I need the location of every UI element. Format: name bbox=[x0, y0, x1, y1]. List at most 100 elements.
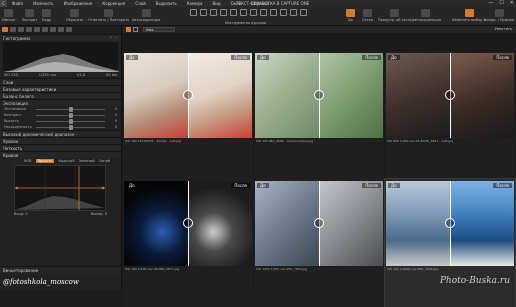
menu-edit[interactable]: Изменить bbox=[28, 1, 59, 6]
histogram-graph bbox=[3, 54, 119, 72]
curve-tab-luma[interactable]: Яркость bbox=[35, 159, 55, 163]
crop-tool-icon[interactable] bbox=[210, 9, 217, 16]
histogram bbox=[3, 42, 119, 72]
color-button[interactable]: Цветокоррекция bbox=[410, 9, 441, 22]
section-vignetting[interactable]: Виньетирование bbox=[0, 266, 121, 273]
photo-thumbnail[interactable]: До После bbox=[255, 53, 383, 138]
section-base-characteristics[interactable]: Базовые характеристики bbox=[0, 85, 121, 92]
sort-select[interactable]: Имя bbox=[143, 27, 175, 32]
photo-thumbnail[interactable]: До После bbox=[124, 53, 252, 138]
copy-apply-button[interactable]: Копир. / Примен. bbox=[484, 9, 515, 22]
hand-tool-icon[interactable] bbox=[190, 9, 197, 16]
tools-panel: Гистограмма? ··· ISO 250 1/250 сек f/1,8 … bbox=[0, 26, 122, 290]
annotate-tool-icon[interactable] bbox=[300, 9, 307, 16]
before-after-icon bbox=[346, 9, 355, 17]
curve-tab-rgb[interactable]: RGB bbox=[24, 159, 32, 163]
warning-icon bbox=[390, 9, 399, 17]
gradient-tool-icon[interactable] bbox=[270, 9, 277, 16]
section-levels[interactable]: Уровни bbox=[0, 137, 121, 144]
section-white-balance[interactable]: Баланс белого bbox=[0, 92, 121, 99]
image-metadata: ISO 800 1/250 сек f/1,8 IMG_5817 – edit.… bbox=[387, 139, 454, 143]
curve-editor[interactable] bbox=[14, 165, 106, 211]
section-layers[interactable]: Слои bbox=[0, 78, 121, 85]
split-handle[interactable] bbox=[314, 90, 324, 100]
image-browser: Имя Уместить До После ISO 100 25C00758 –… bbox=[123, 26, 516, 307]
keystone-tool-icon[interactable] bbox=[230, 9, 237, 16]
spot-tool-icon[interactable] bbox=[240, 9, 247, 16]
cursor-tools bbox=[190, 9, 307, 16]
split-handle[interactable] bbox=[183, 90, 193, 100]
curve-tab-red[interactable]: Красный bbox=[58, 159, 74, 163]
tab-adjustments[interactable] bbox=[50, 27, 56, 32]
split-handle[interactable] bbox=[314, 218, 324, 228]
maximize-button[interactable]: ☐ bbox=[499, 0, 503, 6]
photo-thumbnail[interactable]: До После bbox=[386, 53, 514, 138]
menu-image[interactable]: Изображение bbox=[59, 1, 98, 6]
close-button[interactable]: ✕ bbox=[510, 0, 514, 6]
magic-wand-icon bbox=[141, 9, 151, 17]
reset-button[interactable]: Сбросить bbox=[66, 9, 83, 22]
image-tile[interactable]: До После ISO 1250 1/250 сек IMG_7095.jpg bbox=[254, 179, 384, 307]
window-controls: — ☐ ✕ bbox=[488, 0, 514, 6]
photo-thumbnail[interactable]: До После bbox=[255, 181, 383, 266]
copy-icon bbox=[495, 9, 505, 17]
more-icon[interactable]: ··· bbox=[115, 36, 118, 40]
stack-icon bbox=[464, 9, 474, 17]
image-tile[interactable]: До После ISO 800 1/250 сек f/1,8 IMG_581… bbox=[385, 51, 515, 179]
tab-color[interactable] bbox=[26, 27, 32, 32]
before-badge: До bbox=[257, 183, 269, 188]
photo-thumbnail[interactable]: До После bbox=[386, 181, 514, 266]
split-handle[interactable] bbox=[183, 218, 193, 228]
curve-tab-blue[interactable]: Синий bbox=[99, 159, 111, 163]
split-handle[interactable] bbox=[445, 90, 455, 100]
image-tile[interactable]: До После ISO 100 25C00758 – Копия – edit… bbox=[123, 51, 253, 179]
export-button[interactable]: Экспорт bbox=[22, 9, 37, 22]
tab-details[interactable] bbox=[42, 27, 48, 32]
tab-metadata[interactable] bbox=[58, 27, 64, 32]
picker-tool-icon[interactable] bbox=[280, 9, 287, 16]
split-handle[interactable] bbox=[445, 218, 455, 228]
before-button[interactable]: До bbox=[346, 9, 355, 22]
section-histogram[interactable]: Гистограмма? ··· bbox=[0, 34, 121, 41]
image-tile-selected[interactable]: До После ISO 100 1/4000 сек IMG_3596.jpg bbox=[384, 178, 516, 307]
menu-view[interactable]: Вид bbox=[207, 1, 225, 6]
help-icon[interactable]: ? bbox=[110, 36, 112, 40]
rotate-tool-icon[interactable] bbox=[220, 9, 227, 16]
tab-lens[interactable] bbox=[18, 27, 24, 32]
menu-adjust[interactable]: Коррекция bbox=[97, 1, 130, 6]
exposure-warning-button[interactable]: Предупр. об эксп. bbox=[378, 9, 411, 22]
grid-button[interactable]: Сетка bbox=[362, 9, 373, 22]
cursor-tools-label: Инструменты курсора bbox=[225, 21, 266, 25]
tab-capture[interactable] bbox=[10, 27, 16, 32]
grid-view-icon[interactable] bbox=[126, 27, 131, 32]
menu-select[interactable]: Выделить bbox=[151, 1, 182, 6]
watermark-site: Photo-Buska.ru bbox=[439, 276, 510, 286]
image-tile[interactable]: До После ISO 100 1/100 сек f/8 IMG_5877.… bbox=[123, 179, 253, 307]
menu-file[interactable]: Файл bbox=[7, 1, 28, 6]
tab-library[interactable] bbox=[2, 27, 8, 32]
fit-button[interactable]: Уместить bbox=[495, 27, 512, 31]
tab-output[interactable] bbox=[66, 27, 72, 32]
photo-thumbnail[interactable]: До После bbox=[124, 181, 252, 266]
section-clarity[interactable]: Четкость bbox=[0, 144, 121, 151]
capture-button[interactable]: Кадр bbox=[42, 9, 51, 22]
after-badge: После bbox=[231, 55, 250, 60]
auto-adjust-button[interactable]: Автокоррекция bbox=[132, 9, 160, 22]
image-tile[interactable]: До После ISO 100 IMG_4589 – Копия-копия.… bbox=[254, 51, 384, 179]
section-hdr[interactable]: Высокий динамический диапазон bbox=[0, 130, 121, 137]
section-curve[interactable]: Кривая bbox=[0, 151, 121, 158]
wb-tool-icon[interactable] bbox=[290, 9, 297, 16]
edit-selection-button[interactable]: Изменить выбор п. bbox=[452, 9, 487, 22]
list-view-icon[interactable] bbox=[133, 27, 138, 32]
menu-layer[interactable]: Слой bbox=[130, 1, 150, 6]
menu-camera[interactable]: Камера bbox=[182, 1, 208, 6]
eraser-tool-icon[interactable] bbox=[260, 9, 267, 16]
import-button[interactable]: Импорт bbox=[2, 9, 16, 22]
brush-tool-icon[interactable] bbox=[250, 9, 257, 16]
undo-redo-button[interactable]: Отменить / Повторить bbox=[88, 9, 129, 22]
curve-tab-green[interactable]: Зеленый bbox=[79, 159, 95, 163]
minimize-button[interactable]: — bbox=[488, 0, 493, 6]
section-exposure[interactable]: Экспозиция bbox=[0, 99, 121, 106]
zoom-tool-icon[interactable] bbox=[200, 9, 207, 16]
tab-exposure[interactable] bbox=[34, 27, 40, 32]
